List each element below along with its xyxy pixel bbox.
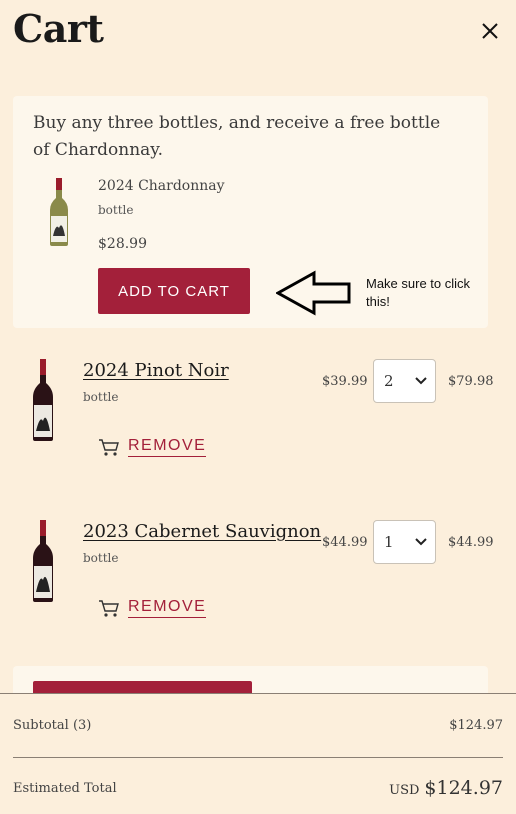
cart-icon [99, 439, 119, 456]
subtotal-label: Subtotal (3) [13, 718, 91, 733]
promo-message: Buy any three bottles, and receive a fre… [33, 113, 441, 160]
cart-summary: Subtotal (3) $124.97 Estimated Total USD… [0, 693, 516, 814]
chevron-down-icon [415, 377, 427, 385]
summary-divider [13, 757, 503, 758]
quantity-value: 2 [384, 372, 394, 390]
annotation-note: Make sure to click this! [366, 276, 471, 309]
pinot-noir-bottle-image [33, 359, 53, 441]
promo-product-unit: bottle [98, 203, 134, 217]
remove-label: REMOVE [128, 437, 207, 457]
item-unit: bottle [83, 551, 119, 565]
quantity-select[interactable]: 2 [373, 359, 436, 403]
quantity-select[interactable]: 1 [373, 520, 436, 564]
item-name[interactable]: 2023 Cabernet Sauvignon [83, 521, 321, 542]
item-total: $79.98 [448, 374, 494, 389]
chevron-down-icon [415, 538, 427, 546]
promo-product-price: $28.99 [98, 236, 147, 252]
page-title: Cart [13, 6, 104, 51]
quantity-value: 1 [384, 533, 394, 551]
item-name[interactable]: 2024 Pinot Noir [83, 360, 229, 381]
left-arrow-icon [276, 270, 351, 316]
estimated-total-label: Estimated Total [13, 781, 117, 796]
subtotal-value: $124.97 [449, 718, 503, 733]
cart-header: Cart [0, 0, 516, 70]
close-icon[interactable] [478, 19, 502, 43]
estimated-total: USD $124.97 [389, 777, 503, 799]
item-price: $39.99 [322, 374, 368, 389]
subtotal-text: Subtotal [13, 718, 69, 733]
item-total: $44.99 [448, 535, 494, 550]
cabernet-sauvignon-bottle-image [33, 520, 53, 602]
add-to-cart-button[interactable]: ADD TO CART [98, 268, 250, 314]
item-price: $44.99 [322, 535, 368, 550]
chardonnay-bottle-image [50, 178, 68, 246]
cart-item: 2024 Pinot Noir bottle $39.99 2 $79.98 R… [0, 355, 516, 485]
currency-code: USD [389, 783, 420, 798]
remove-label: REMOVE [128, 598, 207, 618]
item-unit: bottle [83, 390, 119, 404]
cart-item: 2023 Cabernet Sauvignon bottle $44.99 1 … [0, 516, 516, 646]
promo-product-name: 2024 Chardonnay [98, 178, 225, 194]
estimated-total-value: $124.97 [424, 777, 503, 799]
cart-icon [99, 600, 119, 617]
subtotal-count: (3) [72, 718, 92, 733]
